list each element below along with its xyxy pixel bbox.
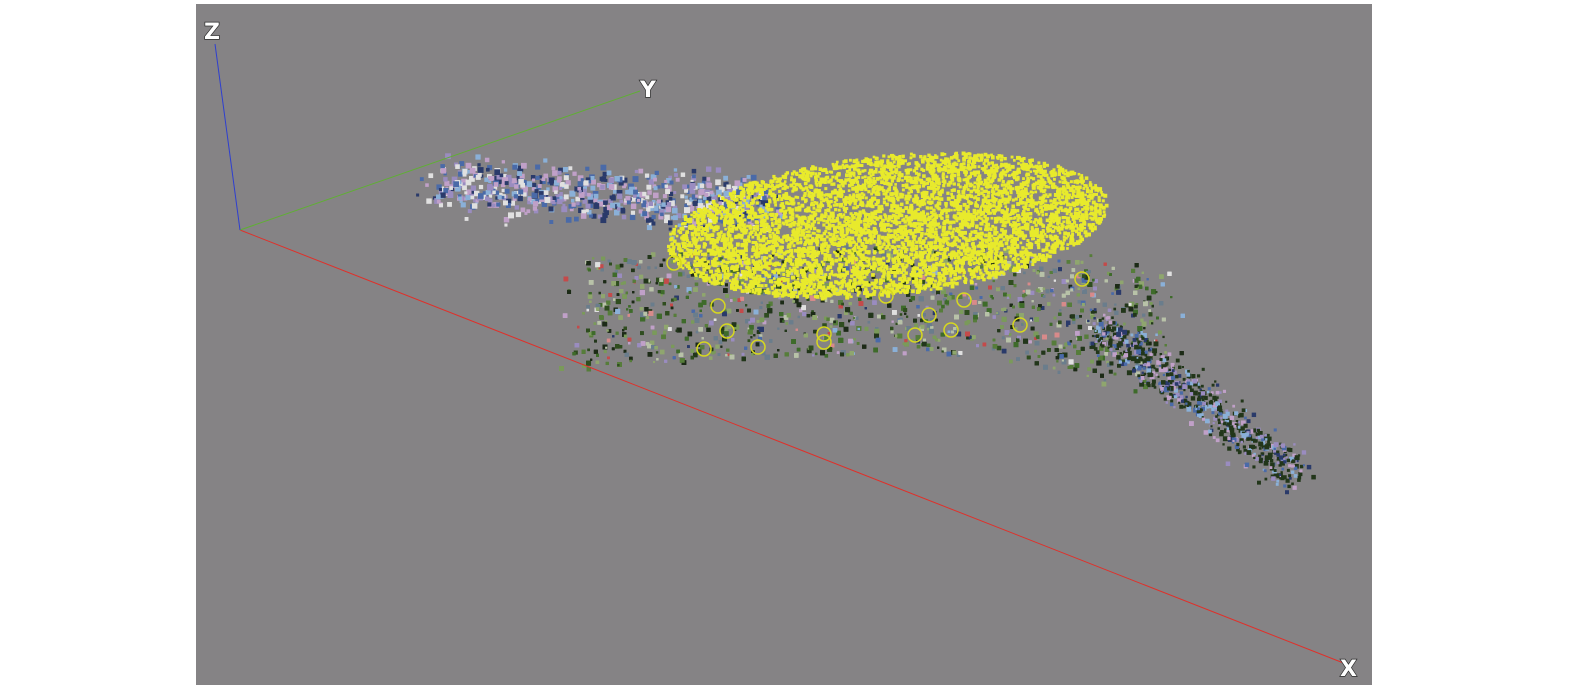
3d-viewport[interactable]: Z Y X — [196, 4, 1372, 685]
z-axis-line — [214, 43, 241, 231]
z-axis-label: Z — [204, 20, 220, 45]
point-cloud-scene[interactable]: Z Y X — [196, 4, 1372, 685]
control-point-marker — [907, 327, 923, 343]
point-cloud — [416, 151, 1316, 495]
x-axis-label: X — [1340, 657, 1357, 682]
y-axis-label: Y — [639, 78, 657, 103]
axes-gizmo: Z Y X — [203, 19, 1357, 682]
control-point-marker — [750, 339, 766, 355]
control-point-marker — [1012, 317, 1028, 333]
